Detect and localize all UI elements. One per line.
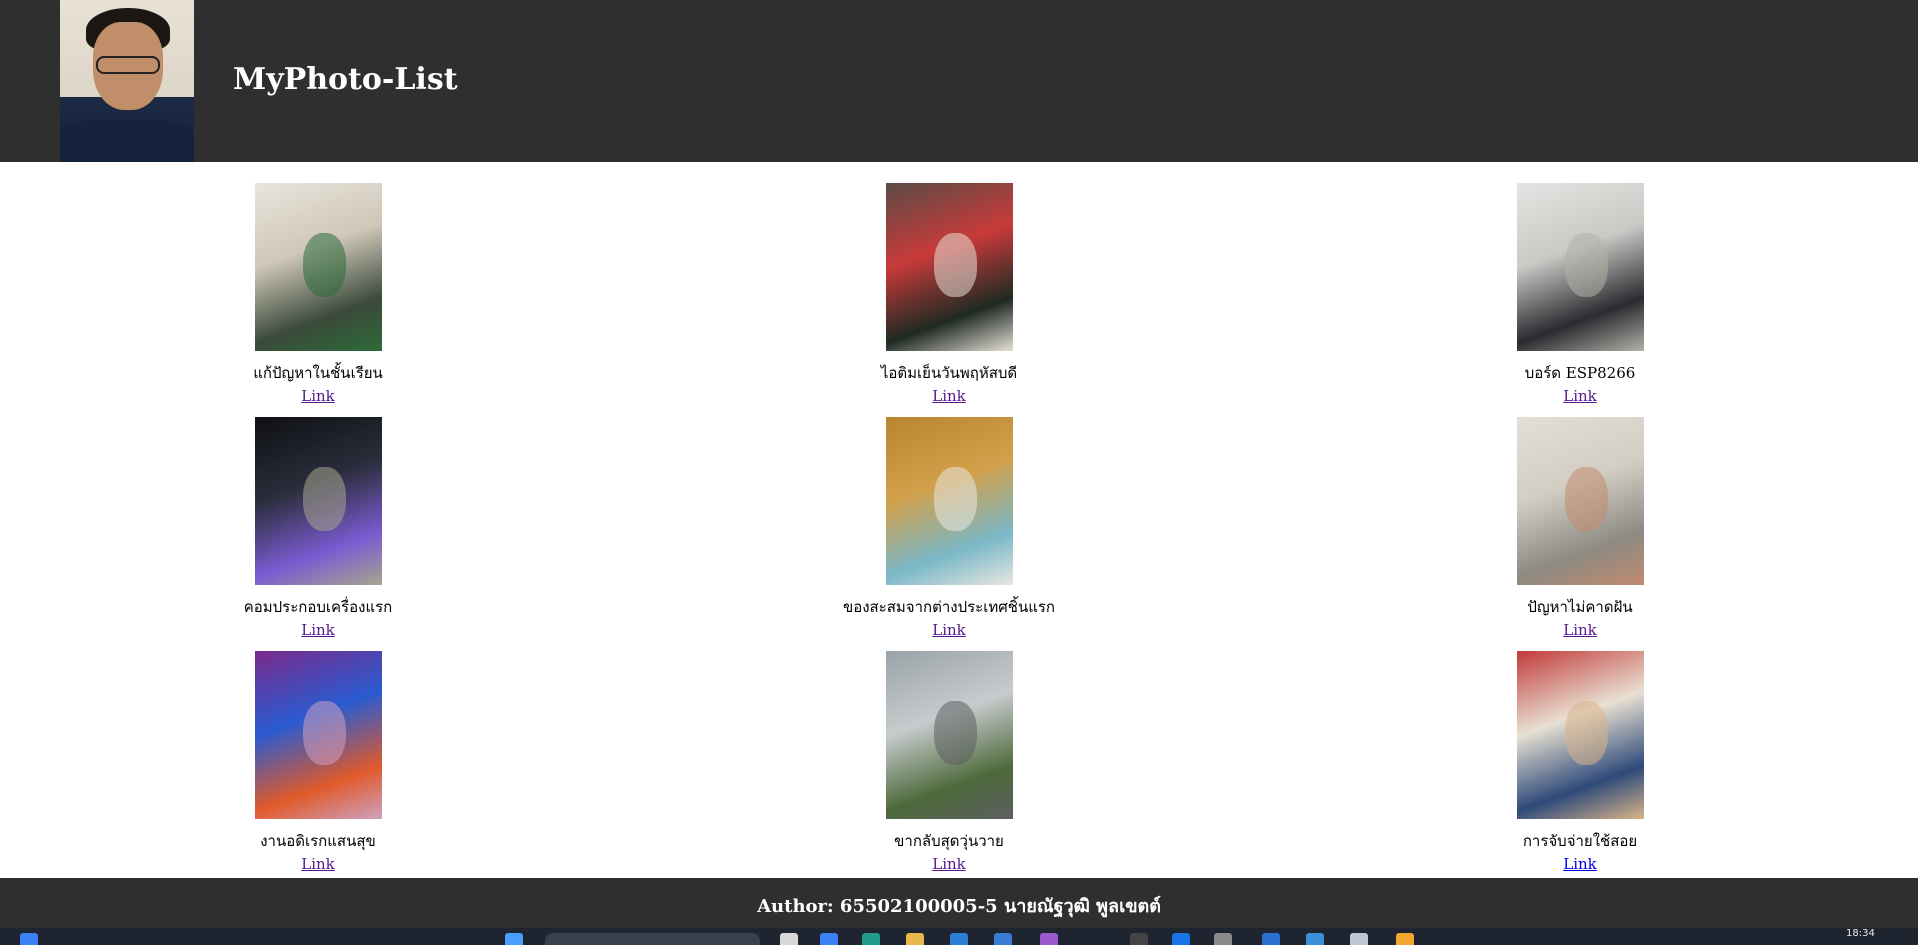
store-icon[interactable]: [820, 933, 838, 945]
outlook-icon[interactable]: [950, 933, 968, 945]
photo-caption: ปัญหาไม่คาดฝัน: [1527, 598, 1633, 616]
photo-caption: การจับจ่ายใช้สอย: [1522, 832, 1638, 850]
author-credit: Author: 65502100005-5 นายณัฐวุฒิ พูลเขตต…: [757, 896, 1161, 917]
photo-thumbnail: [885, 183, 1013, 351]
photo-card: ของสะสมจากต่างประเทศชิ้นแรก Link: [749, 417, 1149, 639]
photo-link[interactable]: Link: [1563, 387, 1597, 405]
link-row: Link: [749, 851, 1149, 873]
app-icon[interactable]: [1172, 933, 1190, 945]
photo-subject: [933, 467, 977, 532]
photo-subject: [1564, 233, 1608, 298]
page-title: MyPhoto-List: [233, 62, 458, 97]
taskbar: 18:34: [0, 928, 1918, 945]
photo-thumbnail: [885, 651, 1013, 819]
photo-subject: [933, 233, 977, 298]
windows-start-icon[interactable]: [20, 933, 38, 945]
app-icon[interactable]: [1350, 933, 1368, 945]
link-row: Link: [118, 617, 518, 639]
edge-browser-icon[interactable]: [862, 933, 880, 945]
page-header: MyPhoto-List: [0, 0, 1918, 162]
photo-card: การจับจ่ายใช้สอย Link: [1380, 651, 1780, 873]
photo-link[interactable]: Link: [301, 621, 335, 639]
photo-link[interactable]: Link: [932, 387, 966, 405]
file-icon[interactable]: [780, 933, 798, 945]
photo-caption: คอมประกอบเครื่องแรก: [243, 598, 393, 616]
app-icon[interactable]: [1130, 933, 1148, 945]
photo-subject: [933, 701, 977, 766]
app-icon[interactable]: [1396, 933, 1414, 945]
photo-thumbnail: [885, 417, 1013, 585]
settings-gear-icon[interactable]: [1214, 933, 1232, 945]
photo-caption: ขากลับสุดวุ่นวาย: [894, 832, 1004, 850]
photo-caption: ไอติมเย็นวันพฤหัสบดี: [880, 364, 1018, 382]
photo-subject: [1564, 701, 1608, 766]
photo-card: ไอติมเย็นวันพฤหัสบดี Link: [749, 183, 1149, 405]
photo-thumbnail: [1516, 183, 1644, 351]
photo-thumbnail: [254, 651, 382, 819]
app-icon[interactable]: [1262, 933, 1280, 945]
link-row: Link: [749, 617, 1149, 639]
photo-thumbnail: [1516, 417, 1644, 585]
photo-card: บอร์ด ESP8266 Link: [1380, 183, 1780, 405]
avatar: [60, 0, 194, 162]
photo-link[interactable]: Link: [301, 387, 335, 405]
link-row: Link: [118, 851, 518, 873]
photo-card: ปัญหาไม่คาดฝัน Link: [1380, 417, 1780, 639]
taskbar-clock: 18:34: [1846, 928, 1875, 939]
photo-subject: [302, 233, 346, 298]
photo-thumbnail: [254, 183, 382, 351]
folder-icon[interactable]: [906, 933, 924, 945]
link-row: Link: [1380, 617, 1780, 639]
taskbar-search-input[interactable]: [545, 933, 760, 945]
app-icon[interactable]: [994, 933, 1012, 945]
photo-link[interactable]: Link: [932, 855, 966, 873]
photo-card: ขากลับสุดวุ่นวาย Link: [749, 651, 1149, 873]
photo-link[interactable]: Link: [301, 855, 335, 873]
avatar-glasses: [96, 56, 160, 74]
avatar-shirt: [60, 120, 194, 162]
link-row: Link: [749, 383, 1149, 405]
photo-subject: [302, 467, 346, 532]
app-icon[interactable]: [1306, 933, 1324, 945]
page: MyPhoto-List แก้ปัญหาในชั้นเรียน Link ไอติ…: [0, 0, 1918, 928]
photo-link[interactable]: Link: [1563, 855, 1597, 873]
start-menu-icon[interactable]: [505, 933, 523, 945]
link-row: Link: [1380, 383, 1780, 405]
photo-subject: [1564, 467, 1608, 532]
link-row: Link: [1380, 851, 1780, 873]
photo-thumbnail: [1516, 651, 1644, 819]
photo-caption: แก้ปัญหาในชั้นเรียน: [253, 364, 383, 382]
photo-caption: งานอดิเรกแสนสุข: [260, 832, 376, 850]
link-row: Link: [118, 383, 518, 405]
photo-card: คอมประกอบเครื่องแรก Link: [118, 417, 518, 639]
photo-link[interactable]: Link: [1563, 621, 1597, 639]
page-footer: Author: 65502100005-5 นายณัฐวุฒิ พูลเขตต…: [0, 878, 1918, 928]
photo-subject: [302, 701, 346, 766]
photo-caption: ของสะสมจากต่างประเทศชิ้นแรก: [842, 598, 1056, 616]
photo-caption: บอร์ด ESP8266: [1524, 364, 1636, 382]
photo-card: งานอดิเรกแสนสุข Link: [118, 651, 518, 873]
photo-card: แก้ปัญหาในชั้นเรียน Link: [118, 183, 518, 405]
photo-thumbnail: [254, 417, 382, 585]
maps-icon[interactable]: [1040, 933, 1058, 945]
photo-link[interactable]: Link: [932, 621, 966, 639]
